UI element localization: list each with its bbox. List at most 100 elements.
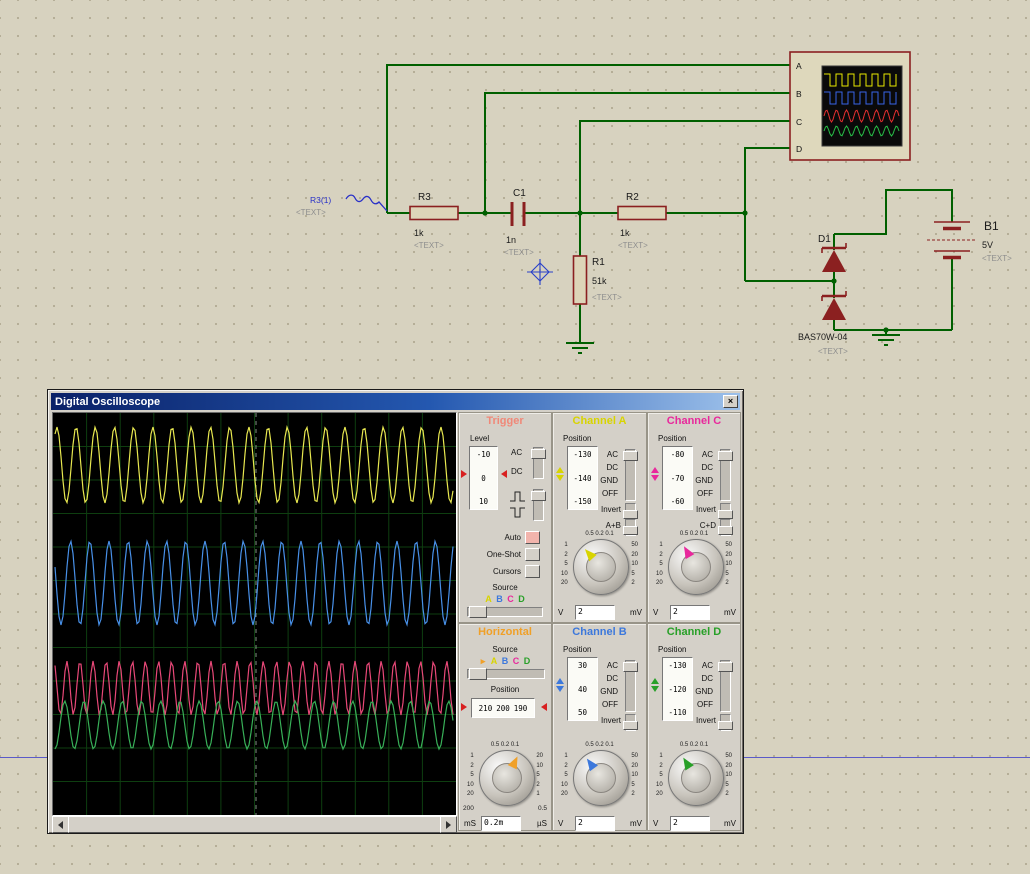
resistor-r2[interactable] — [617, 205, 667, 221]
position-arrows[interactable] — [651, 463, 659, 485]
channel-b-gain-knob[interactable] — [573, 750, 629, 806]
slider-thumb[interactable] — [469, 606, 487, 618]
invert-label: Invert — [695, 505, 716, 514]
switch-thumb[interactable] — [623, 721, 638, 730]
invert-switch[interactable] — [718, 714, 733, 731]
dc-label: DC — [511, 467, 523, 476]
cursors-button[interactable] — [525, 565, 540, 578]
unit-us: µS — [537, 819, 547, 828]
trigger-header: Trigger — [486, 415, 524, 427]
trigger-source-slider[interactable] — [467, 606, 543, 618]
timebase-knob[interactable] — [479, 750, 535, 806]
one-shot-button[interactable] — [525, 548, 540, 561]
r2-ref: R2 — [626, 192, 639, 203]
knob-scale-bottom-left: 200 — [463, 805, 474, 812]
unit-millivolts: mV — [630, 819, 642, 828]
level-arrow-right[interactable] — [497, 470, 507, 478]
invert-label: Invert — [600, 716, 621, 725]
switch-thumb[interactable] — [718, 721, 733, 730]
ac-label: AC — [511, 448, 523, 457]
knob-pointer — [507, 754, 523, 770]
knob-scale-left: 1 2 5 10 20 — [656, 542, 663, 587]
wire-label-squiggle — [345, 194, 388, 212]
horizontal-panel: Horizontal Source ▸ A B C D Position 210 200… — [458, 623, 552, 831]
knob-scale-left: 1 2 5 10 20 — [656, 753, 663, 798]
invert-label: Invert — [600, 505, 621, 514]
trigger-coupling-switch[interactable] — [531, 447, 546, 479]
c1-value: 1n — [506, 235, 516, 245]
r2-value: 1k — [620, 228, 630, 238]
channel-a-coupling-slider[interactable] — [623, 449, 638, 501]
source-letter-c: C — [512, 656, 520, 666]
horizontal-position-display[interactable]: 210 200 190 — [471, 698, 535, 718]
auto-label: Auto — [504, 533, 521, 542]
switch-thumb[interactable] — [718, 510, 733, 519]
oscilloscope-part[interactable] — [789, 51, 911, 161]
position-arrow-right[interactable] — [537, 703, 547, 711]
invert-switch[interactable] — [623, 714, 638, 731]
scroll-left-button[interactable] — [52, 816, 69, 833]
r2-text: <TEXT> — [618, 241, 648, 250]
slider-thumb[interactable] — [469, 668, 487, 680]
b1-text: <TEXT> — [982, 254, 1012, 263]
channel-d-gain-knob[interactable] — [668, 750, 724, 806]
unit-millivolts: mV — [724, 608, 736, 617]
r3-ref: R3 — [418, 192, 431, 203]
capacitor-c1[interactable] — [510, 202, 526, 226]
scroll-right-button[interactable] — [440, 816, 457, 833]
switch-thumb[interactable] — [531, 491, 546, 501]
unit-millivolts: mV — [630, 608, 642, 617]
auto-led[interactable] — [525, 531, 540, 544]
position-arrows[interactable] — [556, 674, 564, 696]
horizontal-scrollbar[interactable] — [52, 816, 457, 833]
trigger-edge-switch[interactable] — [531, 489, 546, 521]
resistor-r3[interactable] — [409, 205, 459, 221]
switch-thumb[interactable] — [623, 510, 638, 519]
scrollbar-thumb[interactable] — [68, 816, 441, 833]
unit-volts: V — [558, 608, 564, 617]
invert-switch[interactable] — [623, 503, 638, 520]
invert-switch[interactable] — [718, 503, 733, 520]
source-letter-b: B — [496, 594, 503, 604]
window-titlebar[interactable]: Digital Oscilloscope × — [51, 393, 740, 410]
scope-pin-c: C — [796, 117, 802, 127]
slider-thumb[interactable] — [623, 662, 638, 672]
slider-thumb[interactable] — [623, 451, 638, 461]
switch-thumb[interactable] — [531, 449, 546, 459]
channel-c-gain-knob[interactable] — [668, 539, 724, 595]
r3-value: 1k — [414, 228, 424, 238]
position-arrows[interactable] — [651, 674, 659, 696]
knob-pointer — [679, 543, 695, 560]
r1-text: <TEXT> — [592, 293, 622, 302]
sum-label: C+D — [699, 521, 716, 530]
close-button[interactable]: × — [723, 395, 738, 408]
trigger-level-display[interactable]: -10 0 10 — [469, 446, 498, 510]
position-label: Position — [658, 645, 687, 654]
pos-value: 210 — [478, 703, 493, 713]
channel-c-gain-value: 2 — [670, 605, 710, 620]
resistor-r1[interactable] — [572, 255, 588, 305]
trigger-panel: Trigger Level -10 0 10 AC DC Auto One-Sh… — [458, 412, 552, 623]
knob-pointer — [582, 755, 598, 772]
channel-d-panel: Channel D Position -130 -120 -110 AC DC GN… — [647, 623, 741, 831]
horizontal-source-slider[interactable] — [467, 668, 545, 680]
channel-d-coupling-slider[interactable] — [718, 660, 733, 712]
channel-b-coupling-slider[interactable] — [623, 660, 638, 712]
channel-b-panel: Channel B Position 30 40 50 AC DC GND OFF I… — [552, 623, 647, 831]
knob-scale-bottom-right: 0.5 — [537, 805, 547, 812]
slider-thumb[interactable] — [718, 451, 733, 461]
unit-volts: V — [653, 608, 659, 617]
invert-label: Invert — [695, 716, 716, 725]
battery-b1[interactable] — [927, 221, 977, 260]
unit-ms: mS — [464, 819, 476, 828]
slider-thumb[interactable] — [718, 662, 733, 672]
level-arrow-left[interactable] — [461, 470, 471, 478]
position-arrow-left[interactable] — [461, 703, 471, 711]
unit-volts: V — [653, 819, 659, 828]
channel-c-coupling-slider[interactable] — [718, 449, 733, 501]
control-panel: Trigger Level -10 0 10 AC DC Auto One-Sh… — [458, 412, 741, 831]
source-marker-icon: ▸ — [480, 656, 486, 666]
wire-label[interactable]: R3(1) — [310, 195, 331, 205]
position-arrows[interactable] — [556, 463, 564, 485]
channel-a-gain-knob[interactable] — [573, 539, 629, 595]
